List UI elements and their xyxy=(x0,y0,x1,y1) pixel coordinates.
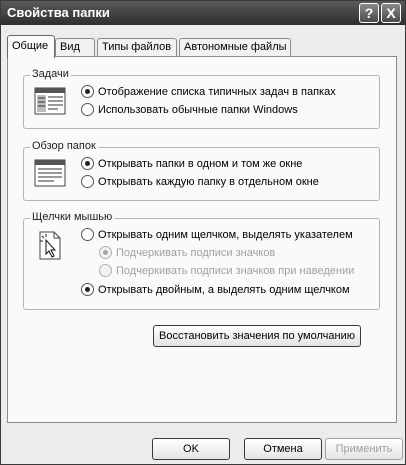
double-click-label: Открывать двойным, а выделять одним щелч… xyxy=(98,283,350,296)
same-window-option[interactable]: Открывать папки в одном и том же окне xyxy=(81,157,302,170)
click-items-group-title: Щелчки мышью xyxy=(30,211,115,223)
folder-window-icon xyxy=(34,157,66,189)
browse-folders-group: Обзор папок Открывать папки в одном и то… xyxy=(23,140,380,201)
restore-defaults-button[interactable]: Восстановить значения по умолчанию xyxy=(153,325,361,347)
close-button[interactable]: X xyxy=(381,3,401,23)
help-button[interactable]: ? xyxy=(359,3,379,23)
tab-file-types[interactable]: Типы файлов xyxy=(97,38,177,57)
underline-hover-label: Подчеркивать подписи значков при наведен… xyxy=(116,264,355,277)
folder-tasks-icon xyxy=(34,85,66,117)
browse-folders-group-title: Обзор папок xyxy=(30,140,98,152)
title-bar[interactable]: Свойства папки ? X xyxy=(1,1,405,25)
single-click-radio[interactable] xyxy=(81,228,94,241)
underline-hover-radio[interactable] xyxy=(99,264,112,277)
own-window-label: Открывать каждую папку в отдельном окне xyxy=(98,175,319,188)
classic-folders-option[interactable]: Использовать обычные папки Windows xyxy=(81,103,298,116)
same-window-label: Открывать папки в одном и том же окне xyxy=(98,157,303,170)
own-window-option[interactable]: Открывать каждую папку в отдельном окне xyxy=(81,175,319,188)
general-tab-panel: Задачи Отображение списка типичных задач… xyxy=(7,56,397,423)
ok-button[interactable]: OK xyxy=(152,438,230,460)
folder-options-dialog: Свойства папки ? X Общие Вид Типы файлов… xyxy=(0,0,406,465)
classic-folders-label: Использовать обычные папки Windows xyxy=(98,103,298,116)
tab-offline-files[interactable]: Автономные файлы xyxy=(179,38,291,57)
single-click-label: Открывать одним щелчком, выделять указат… xyxy=(98,228,353,241)
tab-general[interactable]: Общие xyxy=(7,35,55,58)
tasks-group: Задачи Отображение списка типичных задач… xyxy=(23,68,380,129)
tasks-group-title: Задачи xyxy=(30,68,71,80)
window-title: Свойства папки xyxy=(7,5,110,20)
click-items-group: Щелчки мышью Открывать одним щелчком, вы… xyxy=(23,211,380,310)
own-window-radio[interactable] xyxy=(81,175,94,188)
underline-always-label: Подчеркивать подписи значков xyxy=(116,246,276,259)
tab-view[interactable]: Вид xyxy=(55,38,95,57)
underline-hover-option[interactable]: Подчеркивать подписи значков при наведен… xyxy=(99,264,354,277)
double-click-option[interactable]: Открывать двойным, а выделять одним щелч… xyxy=(81,283,350,296)
show-common-tasks-option[interactable]: Отображение списка типичных задач в папк… xyxy=(81,85,336,98)
same-window-radio[interactable] xyxy=(81,157,94,170)
single-click-option[interactable]: Открывать одним щелчком, выделять указат… xyxy=(81,228,353,241)
show-common-tasks-label: Отображение списка типичных задач в папк… xyxy=(98,85,336,98)
double-click-radio[interactable] xyxy=(81,283,94,296)
pointer-click-icon xyxy=(34,229,66,261)
apply-button[interactable]: Применить xyxy=(325,438,403,460)
underline-always-option[interactable]: Подчеркивать подписи значков xyxy=(99,246,275,259)
show-common-tasks-radio[interactable] xyxy=(81,85,94,98)
cancel-button[interactable]: Отмена xyxy=(244,438,322,460)
classic-folders-radio[interactable] xyxy=(81,103,94,116)
underline-always-radio[interactable] xyxy=(99,246,112,259)
